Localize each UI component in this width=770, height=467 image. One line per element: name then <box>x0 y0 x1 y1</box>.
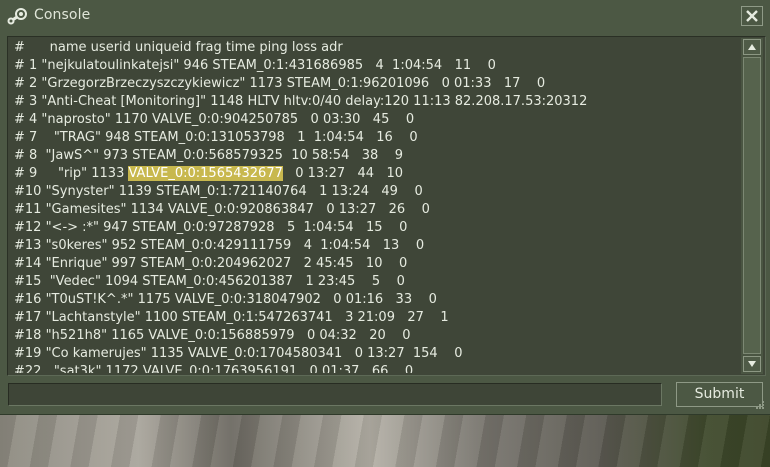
console-line: #13 "s0keres" 952 STEAM_0:0:429111759 4 … <box>14 238 425 253</box>
submit-button[interactable]: Submit <box>676 382 763 407</box>
scroll-down-button[interactable] <box>743 356 761 372</box>
scroll-thumb[interactable] <box>743 57 761 354</box>
console-line: #10 "Synyster" 1139 STEAM_0:1:721140764 … <box>14 184 423 199</box>
steam-icon <box>6 7 28 27</box>
console-line: # 8 "JawS^" 973 STEAM_0:0:568579325 10 5… <box>14 148 404 163</box>
console-line: # 4 "naprosto" 1170 VALVE_0:0:904250785 … <box>14 112 415 127</box>
console-line: #15 "Vedec" 1094 STEAM_0:0:456201387 1 2… <box>14 274 405 289</box>
console-line: #12 "<-> :*" 947 STEAM_0:0:97287928 5 1:… <box>14 220 408 235</box>
console-line: #11 "Gamesites" 1134 VALVE_0:0:920863847… <box>14 202 430 217</box>
console-line-text: # 9 "rip" 1133 <box>14 166 129 181</box>
console-lines: # name userid uniqueid frag time ping lo… <box>14 39 738 373</box>
console-line: # 7 "TRAG" 948 STEAM_0:0:131053798 1 1:0… <box>14 130 418 145</box>
console-window: Console # name userid uniqueid frag time… <box>0 0 770 415</box>
console-line: #18 "h521h8" 1165 VALVE_0:0:156885979 0 … <box>14 328 411 343</box>
chevron-down-icon <box>748 361 756 367</box>
console-output[interactable]: # name userid uniqueid frag time ping lo… <box>7 36 766 376</box>
close-icon <box>746 10 758 22</box>
scrollbar[interactable] <box>741 38 763 374</box>
console-line: # 2 "GrzegorzBrzeczyszczykiewicz" 1173 S… <box>14 76 546 91</box>
console-line-text: 0 13:27 44 10 <box>282 166 404 181</box>
scroll-up-button[interactable] <box>743 39 761 55</box>
console-line: # 9 "rip" 1133 VALVE_0:0:1565432677 0 13… <box>14 165 738 183</box>
console-line: #22 "sat3k" 1172 VALVE_0:0:1763956191 0 … <box>14 364 414 373</box>
resize-grip-icon[interactable] <box>752 399 765 411</box>
chevron-up-icon <box>748 44 756 50</box>
window-title: Console <box>34 7 91 23</box>
console-line: #14 "Enrique" 997 STEAM_0:0:204962027 2 … <box>14 256 408 271</box>
selected-text[interactable]: VALVE_0:0:1565432677 <box>128 166 283 181</box>
console-line: # name userid uniqueid frag time ping lo… <box>14 40 343 55</box>
title-bar[interactable]: Console <box>0 0 770 34</box>
console-line: # 1 "nejkulatoulinkatejsi" 946 STEAM_0:1… <box>14 58 496 73</box>
close-button[interactable] <box>741 6 763 26</box>
console-line: # 3 "Anti-Cheat [Monitoring]" 1148 HLTV … <box>14 94 588 109</box>
console-line: #16 "T0uST!K^.*" 1175 VALVE_0:0:31804790… <box>14 292 437 307</box>
console-line: #17 "Lachtanstyle" 1100 STEAM_0:1:547263… <box>14 310 449 325</box>
command-input[interactable] <box>8 383 662 406</box>
console-line: #19 "Co kamerujes" 1135 VALVE_0:0:170458… <box>14 346 463 361</box>
